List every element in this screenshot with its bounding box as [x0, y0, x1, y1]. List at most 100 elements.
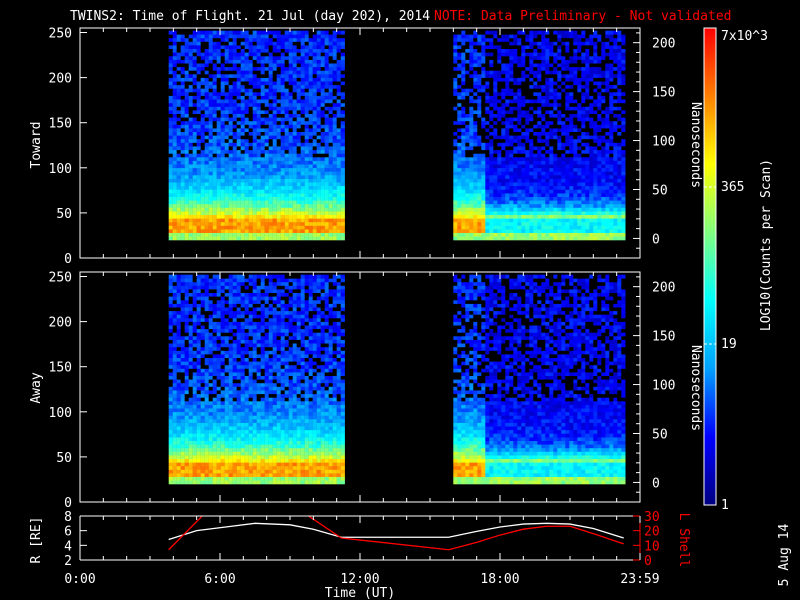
spectrogram-cell: [469, 207, 474, 212]
spectrogram-cell: [172, 221, 177, 226]
spectrogram-cell: [553, 214, 558, 219]
spectrogram-cell: [573, 229, 578, 233]
spectrogram-cell: [553, 229, 558, 233]
spectrogram-cell: [280, 56, 285, 60]
spectrogram-cell: [569, 81, 574, 86]
spectrogram-cell: [216, 211, 221, 215]
spectrogram-cell: [252, 52, 257, 57]
spectrogram-cell: [493, 41, 498, 46]
spectrogram-cell: [621, 45, 626, 49]
spectrogram-cell: [545, 232, 550, 237]
spectrogram-cell: [236, 34, 241, 39]
spectrogram-cell: [312, 135, 317, 140]
spectrogram-cell: [220, 41, 225, 46]
spectrogram-cell: [609, 124, 614, 129]
spectrogram-cell: [497, 182, 502, 187]
spectrogram-cell: [557, 185, 562, 190]
spectrogram-cell: [609, 74, 614, 78]
spectrogram-cell: [252, 225, 257, 230]
spectrogram-cell: [236, 56, 241, 60]
spectrogram-cell: [252, 77, 257, 82]
spectrogram-cell: [509, 207, 514, 212]
spectrogram-cell: [240, 214, 245, 219]
spectrogram-cell: [324, 88, 329, 93]
spectrogram-cell: [529, 81, 534, 86]
spectrogram-cell: [481, 102, 486, 107]
spectrogram-cell: [208, 193, 213, 197]
spectrogram-cell: [332, 232, 337, 237]
spectrogram-cell: [340, 106, 345, 111]
spectrogram-cell: [188, 131, 193, 136]
spectrogram-cell: [589, 185, 594, 190]
spectrogram-cell: [336, 207, 341, 212]
spectrogram-cell: [280, 211, 285, 215]
spectrogram-cell: [276, 56, 281, 60]
spectrogram-cell: [517, 142, 522, 147]
spectrogram-cell: [204, 211, 209, 215]
spectrogram-cell: [461, 74, 466, 78]
spectrogram-cell: [453, 185, 458, 190]
spectrogram-cell: [192, 214, 197, 219]
spectrogram-cell: [212, 77, 217, 82]
spectrogram-cell: [220, 117, 225, 122]
spectrogram-cell: [276, 59, 281, 64]
spectrogram-cell: [505, 175, 510, 179]
spectrogram-cell: [184, 81, 189, 86]
spectrogram-cell: [525, 232, 530, 237]
spectrogram-cell: [204, 178, 209, 183]
spectrogram-cell: [537, 185, 542, 190]
spectrogram-cell: [605, 92, 610, 96]
spectrogram-cell: [589, 120, 594, 125]
spectrogram-cell: [324, 81, 329, 86]
spectrogram-cell: [489, 34, 494, 39]
spectrogram-cell: [196, 41, 201, 46]
spectrogram-cell: [489, 171, 494, 176]
spectrogram-cell: [493, 196, 498, 201]
spectrogram-cell: [280, 175, 285, 179]
spectrogram-cell: [621, 146, 626, 151]
spectrogram-cell: [272, 171, 277, 176]
spectrogram-cell: [565, 160, 570, 165]
spectrogram-cell: [477, 131, 482, 136]
spectrogram-cell: [320, 120, 325, 125]
spectrogram-cell: [557, 59, 562, 64]
spectrogram-cell: [260, 214, 265, 219]
spectrogram-cell: [276, 196, 281, 201]
spectrogram-cell: [509, 120, 514, 125]
spectrogram-cell: [172, 214, 177, 219]
spectrogram-cell: [256, 99, 261, 104]
spectrogram-cell: [312, 138, 317, 143]
spectrogram-cell: [621, 120, 626, 125]
spectrogram-cell: [196, 171, 201, 176]
spectrogram-cell: [613, 45, 618, 49]
spectrogram-cell: [252, 45, 257, 49]
spectrogram-cell: [569, 135, 574, 140]
spectrogram-cell: [188, 66, 193, 71]
spectrogram-cell: [228, 149, 233, 154]
spectrogram-cell: [244, 106, 249, 111]
spectrogram-cell: [517, 45, 522, 49]
spectrogram-cell: [613, 66, 618, 71]
spectrogram-cell: [477, 196, 482, 201]
spectrogram-cell: [497, 214, 502, 219]
spectrogram-cell: [477, 88, 482, 93]
spectrogram-cell: [525, 214, 530, 219]
spectrogram-cell: [573, 196, 578, 201]
spectrogram-cell: [184, 193, 189, 197]
spectrogram-cell: [561, 196, 566, 201]
spectrogram-cell: [573, 66, 578, 71]
spectrogram-cell: [581, 138, 586, 143]
spectrogram-cell: [224, 92, 229, 96]
spectrogram-cell: [200, 113, 205, 118]
spectrogram-cell: [248, 138, 253, 143]
spectrogram-cell: [256, 135, 261, 140]
spectrogram-cell: [288, 92, 293, 96]
spectrogram-cell: [264, 110, 269, 114]
spectrogram-cell: [601, 193, 606, 197]
spectrogram-cell: [505, 92, 510, 96]
spectrogram-cell: [252, 149, 257, 154]
spectrogram-cell: [521, 99, 526, 104]
spectrogram-cell: [497, 77, 502, 82]
spectrogram-cell: [192, 200, 197, 205]
spectrogram-cell: [188, 138, 193, 143]
